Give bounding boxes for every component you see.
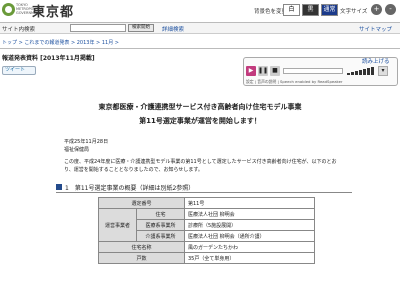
background-normal-button[interactable]: 通常 bbox=[321, 4, 338, 16]
tweet-button[interactable]: ツイート bbox=[2, 66, 36, 75]
table-row: 運営事業者 住宅 医療法人社団 柳明会 bbox=[98, 208, 315, 242]
table-header-cell: 選定番号 bbox=[98, 197, 185, 209]
background-black-button[interactable]: 黒 bbox=[302, 4, 319, 16]
table-group-cell: 運営事業者 bbox=[98, 208, 137, 242]
article-title: 東京都医療・介護連携型サービス付き高齢者向け住宅モデル事業 bbox=[98, 103, 302, 111]
table-cell: 風のガーデンたちかわ bbox=[184, 241, 315, 253]
publish-date: 平成25年11月28日 bbox=[64, 139, 109, 145]
article-body: この度、平成24年度に医療・介護連携型モデル事業の第11号として選定したサービス… bbox=[64, 159, 337, 173]
table-cell: 医療法人社団 柳明会 bbox=[184, 208, 315, 220]
table-cell: 第11号 bbox=[184, 197, 315, 209]
bureau-name: 福祉保健局 bbox=[64, 147, 90, 153]
font-size-label: 文字サイズ bbox=[340, 9, 368, 15]
overview-table: 選定番号 第11号 運営事業者 住宅 医療法人社団 柳明会 医療系事業所 診療所… bbox=[98, 197, 315, 264]
font-size-decrease-button[interactable]: - bbox=[385, 4, 396, 15]
font-size-increase-button[interactable]: + bbox=[371, 4, 382, 15]
search-button[interactable]: 検索開始 bbox=[128, 24, 154, 32]
readspeaker-progress-bar[interactable] bbox=[283, 68, 343, 74]
search-input[interactable] bbox=[70, 24, 126, 32]
table-cell: 35戸（全て単身用） bbox=[184, 252, 315, 264]
search-label: サイト内検索 bbox=[2, 27, 36, 33]
background-white-button[interactable]: 白 bbox=[283, 4, 300, 16]
stop-icon[interactable]: ■ bbox=[270, 66, 280, 76]
table-cell: 診療所（5施設展開） bbox=[184, 219, 315, 231]
advanced-search-link[interactable]: 詳細検索 bbox=[162, 25, 184, 33]
readspeaker-credit[interactable]: 設定 | 音声の説明 | Speech enabled by ReadSpeak… bbox=[246, 79, 343, 85]
logo-subtitle: TOKYO METROPOLITAN GOVERNMENT bbox=[16, 3, 44, 15]
table-header-cell: 医療系事業所 bbox=[136, 219, 185, 231]
section-bullet-icon bbox=[56, 184, 62, 190]
breadcrumb[interactable]: トップ > これまでの報道発表 > 2013年 > 11月 > bbox=[2, 39, 119, 46]
volume-icon[interactable] bbox=[347, 67, 375, 75]
divider bbox=[0, 48, 400, 49]
table-row: 住宅名称 風のガーデンたちかわ bbox=[98, 241, 315, 253]
sitemap-link[interactable]: サイトマップ bbox=[359, 25, 392, 33]
settings-icon[interactable]: ▾ bbox=[378, 66, 388, 76]
table-row: 選定番号 第11号 bbox=[98, 197, 315, 209]
table-row: 戸数 35戸（全て単身用） bbox=[98, 252, 315, 264]
table-header-cell: 住宅名称 bbox=[98, 241, 185, 253]
readspeaker-listen-link[interactable]: 読み上げる bbox=[362, 57, 390, 65]
table-header-cell: 住宅 bbox=[136, 208, 185, 220]
pause-icon[interactable]: ❚❚ bbox=[258, 66, 268, 76]
site-logo[interactable]: 東京都 bbox=[32, 1, 74, 20]
article-subtitle: 第11号選定事業が運営を開始します！ bbox=[139, 117, 261, 125]
table-cell: 医療法人社団 柳明会（通所介護） bbox=[184, 230, 315, 242]
table-header-cell: 戸数 bbox=[98, 252, 185, 264]
search-bar bbox=[0, 22, 400, 34]
logo-mark-icon[interactable] bbox=[2, 3, 15, 16]
table-header-cell: 介護系事業所 bbox=[136, 230, 185, 242]
play-icon[interactable]: ▶ bbox=[246, 66, 256, 76]
section-title: 1 第11号選定事業の概要（詳細は別紙2参照） bbox=[65, 185, 195, 192]
press-release-heading: 報道発表資料 [2013年11月掲載] bbox=[2, 55, 95, 62]
